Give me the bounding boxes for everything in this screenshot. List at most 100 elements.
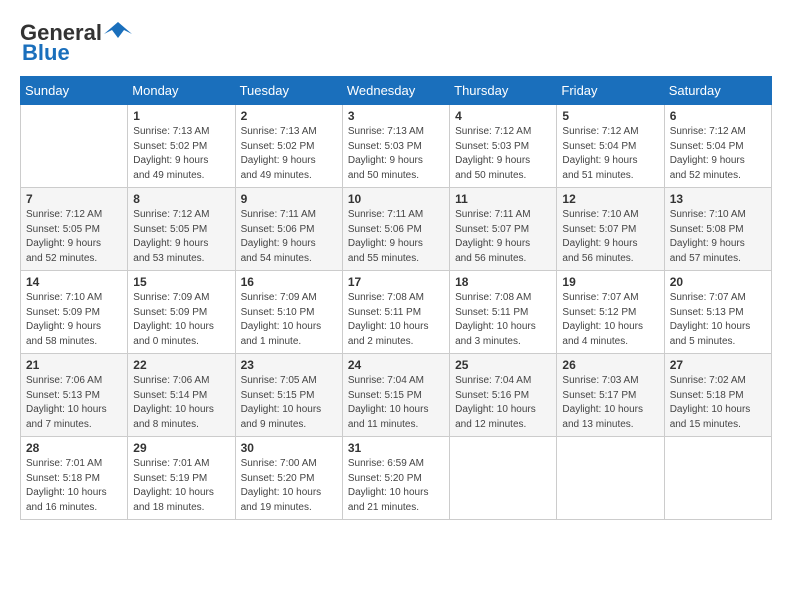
calendar-table: Sunday Monday Tuesday Wednesday Thursday…: [20, 76, 772, 520]
calendar-cell: 18Sunrise: 7:08 AMSunset: 5:11 PMDayligh…: [450, 271, 557, 354]
calendar-cell: 13 Sunrise: 7:10 AMSunset: 5:08 PMDayligh…: [664, 188, 771, 271]
calendar-cell: 20Sunrise: 7:07 AMSunset: 5:13 PMDayligh…: [664, 271, 771, 354]
calendar-cell: 8 Sunrise: 7:12 AMSunset: 5:05 PMDaylight…: [128, 188, 235, 271]
day-number: 9: [241, 192, 337, 206]
day-info: Sunrise: 7:12 AMSunset: 5:05 PMDaylight:…: [26, 208, 122, 266]
day-number: 14: [26, 275, 122, 289]
day-info: Sunrise: 7:11 AMSunset: 5:06 PMDaylight:…: [348, 208, 444, 266]
day-info: Sunrise: 7:08 AMSunset: 5:11 PMDaylight:…: [348, 291, 444, 349]
day-info: Sunrise: 7:10 AMSunset: 5:08 PMDaylight:…: [670, 208, 766, 266]
header-monday: Monday: [128, 77, 235, 105]
calendar-week-row: 14 Sunrise: 7:10 AMSunset: 5:09 PMDayligh…: [21, 271, 772, 354]
day-info: Sunrise: 6:59 AMSunset: 5:20 PMDaylight:…: [348, 457, 444, 515]
calendar-cell: 14 Sunrise: 7:10 AMSunset: 5:09 PMDayligh…: [21, 271, 128, 354]
day-number: 23: [241, 358, 337, 372]
day-info: Sunrise: 7:12 AMSunset: 5:05 PMDaylight:…: [133, 208, 229, 266]
day-number: 29: [133, 441, 229, 455]
day-number: 31: [348, 441, 444, 455]
day-number: 27: [670, 358, 766, 372]
calendar-cell: 29 Sunrise: 7:01 AMSunset: 5:19 PMDayligh…: [128, 437, 235, 520]
day-info: Sunrise: 7:12 AMSunset: 5:04 PMDaylight:…: [562, 125, 658, 183]
day-number: 7: [26, 192, 122, 206]
calendar-cell: [450, 437, 557, 520]
day-number: 20: [670, 275, 766, 289]
calendar-cell: 2 Sunrise: 7:13 AMSunset: 5:02 PMDaylight…: [235, 105, 342, 188]
calendar-cell: 26 Sunrise: 7:03 AMSunset: 5:17 PMDayligh…: [557, 354, 664, 437]
day-info: Sunrise: 7:10 AMSunset: 5:09 PMDaylight:…: [26, 291, 122, 349]
day-info: Sunrise: 7:12 AMSunset: 5:04 PMDaylight:…: [670, 125, 766, 183]
day-number: 30: [241, 441, 337, 455]
logo: General Blue: [20, 20, 132, 66]
calendar-cell: 10 Sunrise: 7:11 AMSunset: 5:06 PMDayligh…: [342, 188, 449, 271]
calendar-cell: 11 Sunrise: 7:11 AMSunset: 5:07 PMDayligh…: [450, 188, 557, 271]
day-number: 4: [455, 109, 551, 123]
calendar-cell: 23 Sunrise: 7:05 AMSunset: 5:15 PMDayligh…: [235, 354, 342, 437]
day-info: Sunrise: 7:11 AMSunset: 5:06 PMDaylight:…: [241, 208, 337, 266]
calendar-cell: 25 Sunrise: 7:04 AMSunset: 5:16 PMDayligh…: [450, 354, 557, 437]
day-info: Sunrise: 7:01 AMSunset: 5:19 PMDaylight:…: [133, 457, 229, 515]
day-number: 28: [26, 441, 122, 455]
calendar-cell: 5 Sunrise: 7:12 AMSunset: 5:04 PMDaylight…: [557, 105, 664, 188]
calendar-cell: 17 Sunrise: 7:08 AMSunset: 5:11 PMDayligh…: [342, 271, 449, 354]
day-info: Sunrise: 7:06 AMSunset: 5:13 PMDaylight:…: [26, 374, 122, 432]
calendar-week-row: 21Sunrise: 7:06 AMSunset: 5:13 PMDayligh…: [21, 354, 772, 437]
day-number: 6: [670, 109, 766, 123]
day-info: Sunrise: 7:13 AMSunset: 5:02 PMDaylight:…: [133, 125, 229, 183]
day-number: 2: [241, 109, 337, 123]
day-number: 17: [348, 275, 444, 289]
calendar-cell: 19 Sunrise: 7:07 AMSunset: 5:12 PMDayligh…: [557, 271, 664, 354]
calendar-cell: 27 Sunrise: 7:02 AMSunset: 5:18 PMDayligh…: [664, 354, 771, 437]
day-info: Sunrise: 7:09 AMSunset: 5:10 PMDaylight:…: [241, 291, 337, 349]
header-saturday: Saturday: [664, 77, 771, 105]
day-info: Sunrise: 7:10 AMSunset: 5:07 PMDaylight:…: [562, 208, 658, 266]
calendar-cell: [664, 437, 771, 520]
day-info: Sunrise: 7:05 AMSunset: 5:15 PMDaylight:…: [241, 374, 337, 432]
calendar-header-row: Sunday Monday Tuesday Wednesday Thursday…: [21, 77, 772, 105]
header-friday: Friday: [557, 77, 664, 105]
day-info: Sunrise: 7:01 AMSunset: 5:18 PMDaylight:…: [26, 457, 122, 515]
day-info: Sunrise: 7:03 AMSunset: 5:17 PMDaylight:…: [562, 374, 658, 432]
day-number: 11: [455, 192, 551, 206]
calendar-cell: 4Sunrise: 7:12 AMSunset: 5:03 PMDaylight…: [450, 105, 557, 188]
day-number: 18: [455, 275, 551, 289]
logo-bird-icon: [104, 20, 132, 42]
calendar-cell: 22Sunrise: 7:06 AMSunset: 5:14 PMDayligh…: [128, 354, 235, 437]
day-number: 26: [562, 358, 658, 372]
calendar-cell: 30 Sunrise: 7:00 AMSunset: 5:20 PMDayligh…: [235, 437, 342, 520]
day-number: 5: [562, 109, 658, 123]
day-info: Sunrise: 7:09 AMSunset: 5:09 PMDaylight:…: [133, 291, 229, 349]
calendar-cell: 9 Sunrise: 7:11 AMSunset: 5:06 PMDaylight…: [235, 188, 342, 271]
day-number: 24: [348, 358, 444, 372]
calendar-cell: [21, 105, 128, 188]
day-info: Sunrise: 7:13 AMSunset: 5:02 PMDaylight:…: [241, 125, 337, 183]
calendar-week-row: 28 Sunrise: 7:01 AMSunset: 5:18 PMDayligh…: [21, 437, 772, 520]
calendar-week-row: 1Sunrise: 7:13 AMSunset: 5:02 PMDaylight…: [21, 105, 772, 188]
day-info: Sunrise: 7:04 AMSunset: 5:15 PMDaylight:…: [348, 374, 444, 432]
day-number: 15: [133, 275, 229, 289]
calendar-cell: [557, 437, 664, 520]
day-number: 3: [348, 109, 444, 123]
header-thursday: Thursday: [450, 77, 557, 105]
day-info: Sunrise: 7:11 AMSunset: 5:07 PMDaylight:…: [455, 208, 551, 266]
calendar-cell: 31 Sunrise: 6:59 AMSunset: 5:20 PMDayligh…: [342, 437, 449, 520]
day-number: 22: [133, 358, 229, 372]
day-info: Sunrise: 7:04 AMSunset: 5:16 PMDaylight:…: [455, 374, 551, 432]
day-info: Sunrise: 7:02 AMSunset: 5:18 PMDaylight:…: [670, 374, 766, 432]
day-number: 25: [455, 358, 551, 372]
header-sunday: Sunday: [21, 77, 128, 105]
day-number: 12: [562, 192, 658, 206]
calendar-cell: 16 Sunrise: 7:09 AMSunset: 5:10 PMDayligh…: [235, 271, 342, 354]
day-number: 8: [133, 192, 229, 206]
calendar-cell: 3Sunrise: 7:13 AMSunset: 5:03 PMDaylight…: [342, 105, 449, 188]
header-wednesday: Wednesday: [342, 77, 449, 105]
day-number: 16: [241, 275, 337, 289]
day-info: Sunrise: 7:00 AMSunset: 5:20 PMDaylight:…: [241, 457, 337, 515]
day-info: Sunrise: 7:07 AMSunset: 5:12 PMDaylight:…: [562, 291, 658, 349]
calendar-week-row: 7 Sunrise: 7:12 AMSunset: 5:05 PMDaylight…: [21, 188, 772, 271]
day-number: 10: [348, 192, 444, 206]
day-number: 19: [562, 275, 658, 289]
calendar-cell: 28 Sunrise: 7:01 AMSunset: 5:18 PMDayligh…: [21, 437, 128, 520]
calendar-cell: 24 Sunrise: 7:04 AMSunset: 5:15 PMDayligh…: [342, 354, 449, 437]
logo-blue: Blue: [22, 40, 70, 66]
day-number: 13: [670, 192, 766, 206]
